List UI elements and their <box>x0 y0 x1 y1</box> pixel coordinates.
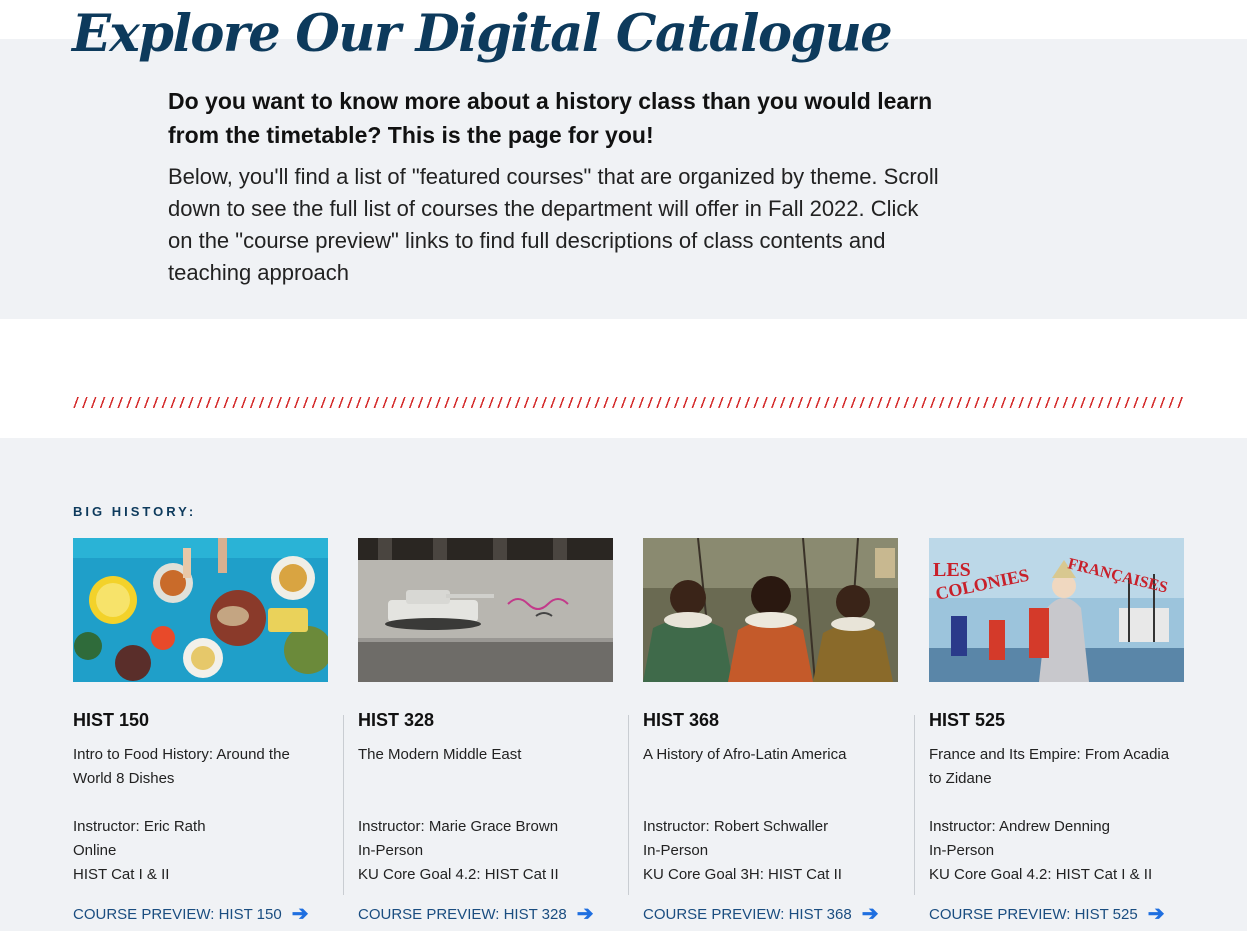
course-meta: Instructor: Eric Rath Online HIST Cat I … <box>73 815 333 887</box>
course-meta: Instructor: Robert Schwaller In-Person K… <box>643 815 903 887</box>
course-image-colonial-poster: LES COLONIES FRANÇAISES <box>929 538 1184 682</box>
course-preview-link[interactable]: COURSE PREVIEW: HIST 525 ➔ <box>929 904 1164 924</box>
course-card: HIST 368 A History of Afro-Latin America… <box>628 538 898 931</box>
arrow-right-icon: ➔ <box>291 903 309 925</box>
course-preview-link[interactable]: COURSE PREVIEW: HIST 150 ➔ <box>73 904 308 924</box>
intro-body: Below, you'll find a list of "featured c… <box>168 164 939 285</box>
course-category: HIST Cat I & II <box>73 866 170 883</box>
course-image-tank-mural <box>358 538 613 682</box>
course-instructor: Instructor: Eric Rath <box>73 818 206 835</box>
course-meta: Instructor: Andrew Denning In-Person KU … <box>929 815 1189 887</box>
arrow-right-icon: ➔ <box>861 903 879 925</box>
course-preview-label: COURSE PREVIEW: HIST 368 <box>643 905 852 923</box>
course-meta: Instructor: Marie Grace Brown In-Person … <box>358 815 618 887</box>
course-mode: In-Person <box>358 842 424 859</box>
course-card: HIST 328 The Modern Middle East Instruct… <box>343 538 613 931</box>
course-title: Intro to Food History: Around the World … <box>73 746 290 787</box>
course-instructor: Instructor: Andrew Denning <box>929 818 1110 835</box>
arrow-right-icon: ➔ <box>1147 903 1165 925</box>
section-label: BIG HISTORY: <box>73 504 197 519</box>
course-preview-label: COURSE PREVIEW: HIST 150 <box>73 905 282 923</box>
course-preview-link[interactable]: COURSE PREVIEW: HIST 368 ➔ <box>643 904 878 924</box>
course-code: HIST 328 <box>358 710 435 730</box>
course-image-food <box>73 538 328 682</box>
course-instructor: Instructor: Robert Schwaller <box>643 818 829 835</box>
course-category: KU Core Goal 4.2: HIST Cat I & II <box>929 866 1153 883</box>
course-preview-label: COURSE PREVIEW: HIST 328 <box>358 905 567 923</box>
course-title: A History of Afro-Latin America <box>643 746 847 763</box>
course-card: HIST 150 Intro to Food History: Around t… <box>73 538 328 931</box>
course-image-painting <box>643 538 898 682</box>
course-category: KU Core Goal 3H: HIST Cat II <box>643 866 842 883</box>
course-title: The Modern Middle East <box>358 746 522 763</box>
course-code: HIST 525 <box>929 710 1006 730</box>
course-code: HIST 150 <box>73 710 150 730</box>
course-mode: Online <box>73 842 117 859</box>
course-code: HIST 368 <box>643 710 720 730</box>
intro-lead: Do you want to know more about a history… <box>168 88 933 148</box>
course-preview-label: COURSE PREVIEW: HIST 525 <box>929 905 1138 923</box>
course-title: France and Its Empire: From Acadia to Zi… <box>929 746 1170 787</box>
course-preview-link[interactable]: COURSE PREVIEW: HIST 328 ➔ <box>358 904 593 924</box>
course-mode: In-Person <box>643 842 709 859</box>
dashed-divider <box>73 397 1183 408</box>
page-title: Explore Our Digital Catalogue <box>72 4 893 64</box>
course-card: LES COLONIES FRANÇAISES HIST 525 France … <box>914 538 1184 931</box>
course-instructor: Instructor: Marie Grace Brown <box>358 818 559 835</box>
course-mode: In-Person <box>929 842 995 859</box>
course-category: KU Core Goal 4.2: HIST Cat II <box>358 866 559 883</box>
arrow-right-icon: ➔ <box>576 903 594 925</box>
